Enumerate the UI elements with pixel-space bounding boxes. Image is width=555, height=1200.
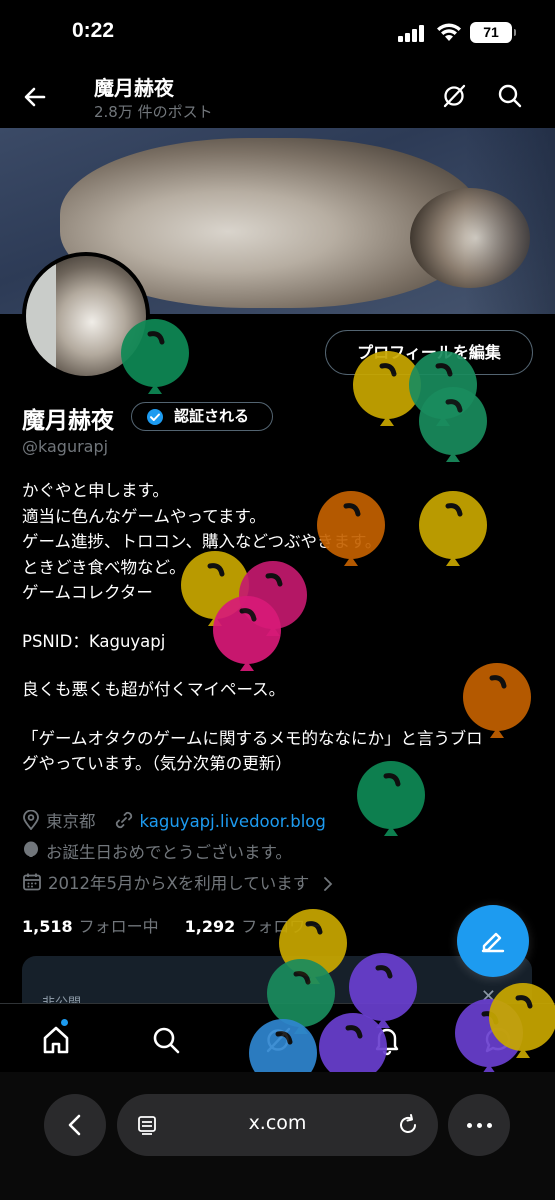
- following-link[interactable]: 1,518 フォロー中: [22, 917, 159, 936]
- profile-header: 魔月赫夜 2.8万 件のポスト: [0, 64, 555, 128]
- chevron-right-icon[interactable]: [321, 876, 335, 892]
- browser-back-button[interactable]: [44, 1094, 106, 1156]
- chevron-left-icon: [68, 1114, 81, 1136]
- status-time: 0:22: [72, 19, 115, 42]
- signal-icon: [398, 24, 426, 42]
- more-options-button[interactable]: [448, 1094, 510, 1156]
- location-text: 東京都: [46, 812, 96, 831]
- profile-meta-location-website: 東京都 kaguyapj.livedoor.blog: [22, 808, 326, 832]
- bio-line: 「ゲームオタクのゲームに関するメモ的ななにか」と言うブロ: [22, 728, 483, 748]
- bio-line: グやっています。（気分次第の更新）: [22, 754, 292, 773]
- compose-icon: [481, 932, 505, 953]
- battery-icon: 71: [470, 22, 516, 43]
- status-bar: 0:22 71: [0, 0, 555, 64]
- browser-toolbar: x.com: [0, 1072, 555, 1200]
- display-name: 魔月赫夜: [22, 408, 114, 434]
- balloon-graphic: [317, 491, 385, 566]
- profile-meta-birthday: お誕生日おめでとうございます。: [22, 839, 292, 863]
- balloon-graphic: [419, 491, 487, 566]
- grok-icon[interactable]: [440, 82, 468, 110]
- following-count: 1,518: [22, 917, 73, 936]
- birthday-text: お誕生日おめでとうございます。: [46, 843, 292, 862]
- balloon-graphic: [213, 596, 281, 671]
- balloon-graphic: [357, 761, 425, 836]
- header-title: 魔月赫夜: [94, 76, 174, 100]
- link-icon: [115, 811, 132, 829]
- balloon-icon: [24, 841, 38, 857]
- website-link[interactable]: kaguyapj.livedoor.blog: [140, 812, 326, 831]
- reload-icon[interactable]: [396, 1113, 420, 1137]
- post-count: 2.8万 件のポスト: [94, 103, 213, 121]
- location-pin-icon: [23, 810, 39, 830]
- unread-dot: [60, 1018, 69, 1027]
- following-label: フォロー中: [78, 917, 159, 936]
- follow-stats: 1,518 フォロー中 1,292 フォロワー: [22, 913, 321, 937]
- followers-count: 1,292: [184, 917, 236, 936]
- url-text: x.com: [248, 1112, 307, 1134]
- address-bar[interactable]: x.com: [117, 1094, 438, 1156]
- user-handle: @kagurapj: [22, 437, 109, 456]
- balloon-graphic: [489, 983, 555, 1058]
- balloon-graphic: [463, 663, 531, 738]
- search-tab-icon[interactable]: [150, 1024, 182, 1056]
- get-verified-button[interactable]: 認証される: [131, 402, 273, 431]
- search-icon[interactable]: [496, 82, 524, 110]
- bio-line: [22, 703, 537, 726]
- verified-badge-icon: [147, 409, 163, 425]
- wifi-icon: [437, 23, 461, 41]
- home-icon[interactable]: [40, 1024, 72, 1056]
- get-verified-label: 認証される: [174, 407, 250, 425]
- compose-post-button[interactable]: [457, 905, 529, 977]
- calendar-icon: [23, 873, 41, 891]
- profile-meta-joined: 2012年5月からXを利用しています: [22, 870, 341, 894]
- balloon-graphic: [419, 387, 487, 462]
- joined-text: 2012年5月からXを利用しています: [48, 874, 310, 893]
- back-arrow-icon[interactable]: [20, 82, 50, 112]
- balloon-graphic: [121, 319, 189, 394]
